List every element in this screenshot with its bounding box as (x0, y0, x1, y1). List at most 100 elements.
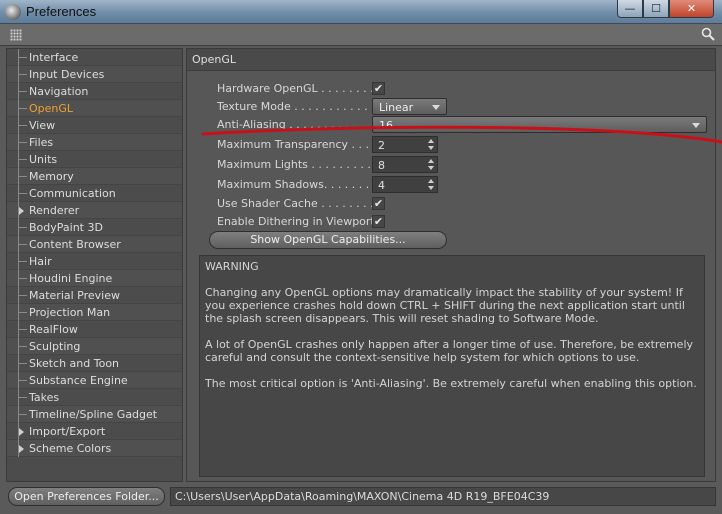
search-icon[interactable] (701, 27, 715, 41)
expand-arrow-icon[interactable] (19, 428, 24, 436)
sidebar-item-label: Sculpting (29, 340, 81, 353)
tree-branch (19, 312, 27, 313)
tree-branch (19, 414, 27, 415)
tree-branch (19, 57, 27, 58)
anti-aliasing-dropdown[interactable]: 16 (372, 116, 707, 133)
expand-arrow-icon[interactable] (19, 445, 24, 453)
stepper-arrows-icon[interactable] (428, 179, 434, 190)
tree-branch (19, 108, 27, 109)
max-transparency-label: Maximum Transparency . . . . . (217, 138, 372, 151)
tree-branch (19, 329, 27, 330)
preferences-path-field: C:\Users\User\AppData\Roaming\MAXON\Cine… (170, 487, 716, 506)
sidebar-item-timeline-spline-gadget[interactable]: Timeline/Spline Gadget (7, 406, 182, 423)
max-lights-stepper[interactable]: 8 (372, 156, 438, 173)
warning-paragraph-3: The most critical option is 'Anti-Aliasi… (205, 377, 697, 390)
anti-aliasing-value: 16 (379, 119, 393, 132)
preferences-category-list: Interface Input Devices Navigation OpenGL Vi… (6, 48, 183, 482)
sidebar-item-sculpting[interactable]: Sculpting (7, 338, 182, 355)
sidebar-item-label: OpenGL (29, 102, 74, 115)
sidebar-item-label: Timeline/Spline Gadget (29, 408, 158, 421)
grip-icon[interactable] (10, 29, 22, 41)
anti-aliasing-label: Anti-Aliasing . . . . . . . . . . . . . (217, 118, 372, 131)
title-bar: Preferences — ☐ ✕ (0, 0, 722, 24)
sidebar-item-realflow[interactable]: RealFlow (7, 321, 182, 338)
maximize-button[interactable]: ☐ (643, 0, 669, 18)
tree-branch (19, 193, 27, 194)
max-lights-value: 8 (378, 159, 385, 172)
stepper-arrows-icon[interactable] (428, 139, 434, 150)
opengl-settings-panel: OpenGL Hardware OpenGL . . . . . . . . .… (186, 48, 716, 482)
enable-dithering-checkbox[interactable]: ✔ (372, 215, 385, 228)
chevron-down-icon (432, 105, 440, 110)
close-button[interactable]: ✕ (669, 0, 714, 18)
sidebar-item-hair[interactable]: Hair (7, 253, 182, 270)
sidebar-item-label: Communication (29, 187, 116, 200)
max-shadows-stepper[interactable]: 4 (372, 176, 438, 193)
chevron-down-icon (692, 123, 700, 128)
sidebar-item-label: Hair (29, 255, 52, 268)
sidebar-item-label: Navigation (29, 85, 89, 98)
tree-branch (19, 295, 27, 296)
expand-arrow-icon[interactable] (19, 207, 24, 215)
stepper-arrows-icon[interactable] (428, 159, 434, 170)
warning-paragraph-1: Changing any OpenGL options may dramatic… (205, 286, 685, 325)
sidebar-item-communication[interactable]: Communication (7, 185, 182, 202)
sidebar-item-renderer[interactable]: Renderer (7, 202, 182, 219)
tree-branch (19, 176, 27, 177)
enable-dithering-label: Enable Dithering in Viewport (217, 215, 372, 228)
sidebar-item-sketch-and-toon[interactable]: Sketch and Toon (7, 355, 182, 372)
sidebar-item-takes[interactable]: Takes (7, 389, 182, 406)
hardware-opengl-checkbox[interactable]: ✔ (372, 82, 385, 95)
sidebar-item-label: View (29, 119, 56, 132)
tree-branch (19, 125, 27, 126)
tree-branch (19, 74, 27, 75)
minimize-button[interactable]: — (617, 0, 643, 18)
texture-mode-dropdown[interactable]: Linear (372, 98, 447, 115)
open-preferences-folder-button[interactable]: Open Preferences Folder... (8, 487, 165, 506)
sidebar-item-content-browser[interactable]: Content Browser (7, 236, 182, 253)
tree-branch (19, 346, 27, 347)
sidebar-item-label: Substance Engine (29, 374, 128, 387)
sidebar-item-files[interactable]: Files (7, 134, 182, 151)
sidebar-item-label: BodyPaint 3D (29, 221, 103, 234)
sidebar-item-scheme-colors[interactable]: Scheme Colors (7, 440, 182, 457)
use-shader-cache-checkbox[interactable]: ✔ (372, 197, 385, 210)
tree-branch (19, 227, 27, 228)
sidebar-item-substance-engine[interactable]: Substance Engine (7, 372, 182, 389)
sidebar-item-label: Houdini Engine (29, 272, 113, 285)
tree-branch (19, 380, 27, 381)
hardware-opengl-label: Hardware OpenGL . . . . . . . . . . (217, 82, 372, 95)
sidebar-item-navigation[interactable]: Navigation (7, 83, 182, 100)
bottom-bar: Open Preferences Folder... C:\Users\User… (0, 484, 722, 514)
sidebar-item-label: Files (29, 136, 54, 149)
sidebar-item-import-export[interactable]: Import/Export (7, 423, 182, 440)
tree-branch (19, 363, 27, 364)
sidebar-item-interface[interactable]: Interface (7, 49, 182, 66)
show-opengl-capabilities-button[interactable]: Show OpenGL Capabilities... (209, 231, 447, 249)
max-transparency-stepper[interactable]: 2 (372, 136, 438, 153)
sidebar-item-label: Content Browser (29, 238, 121, 251)
sidebar-item-label: Import/Export (29, 425, 106, 438)
sidebar-item-label: Material Preview (29, 289, 121, 302)
sidebar-item-projection-man[interactable]: Projection Man (7, 304, 182, 321)
cinema4d-app-icon (5, 4, 21, 20)
sidebar-item-label: Sketch and Toon (29, 357, 120, 370)
max-lights-label: Maximum Lights . . . . . . . . . . . (217, 158, 372, 171)
sidebar-item-memory[interactable]: Memory (7, 168, 182, 185)
sidebar-item-label: RealFlow (29, 323, 78, 336)
warning-paragraph-2: A lot of OpenGL crashes only happen afte… (205, 338, 694, 364)
sidebar-item-label: Renderer (29, 204, 80, 217)
tree-branch (19, 397, 27, 398)
max-shadows-label: Maximum Shadows. . . . . . . . . (217, 178, 372, 191)
warning-title: WARNING (205, 260, 259, 273)
tree-branch (19, 244, 27, 245)
sidebar-item-view[interactable]: View (7, 117, 182, 134)
sidebar-item-units[interactable]: Units (7, 151, 182, 168)
tree-branch (19, 91, 27, 92)
sidebar-item-input-devices[interactable]: Input Devices (7, 66, 182, 83)
sidebar-item-material-preview[interactable]: Material Preview (7, 287, 182, 304)
sidebar-item-houdini-engine[interactable]: Houdini Engine (7, 270, 182, 287)
sidebar-item-opengl[interactable]: OpenGL (7, 100, 182, 117)
sidebar-item-label: Input Devices (29, 68, 105, 81)
sidebar-item-bodypaint-3d[interactable]: BodyPaint 3D (7, 219, 182, 236)
